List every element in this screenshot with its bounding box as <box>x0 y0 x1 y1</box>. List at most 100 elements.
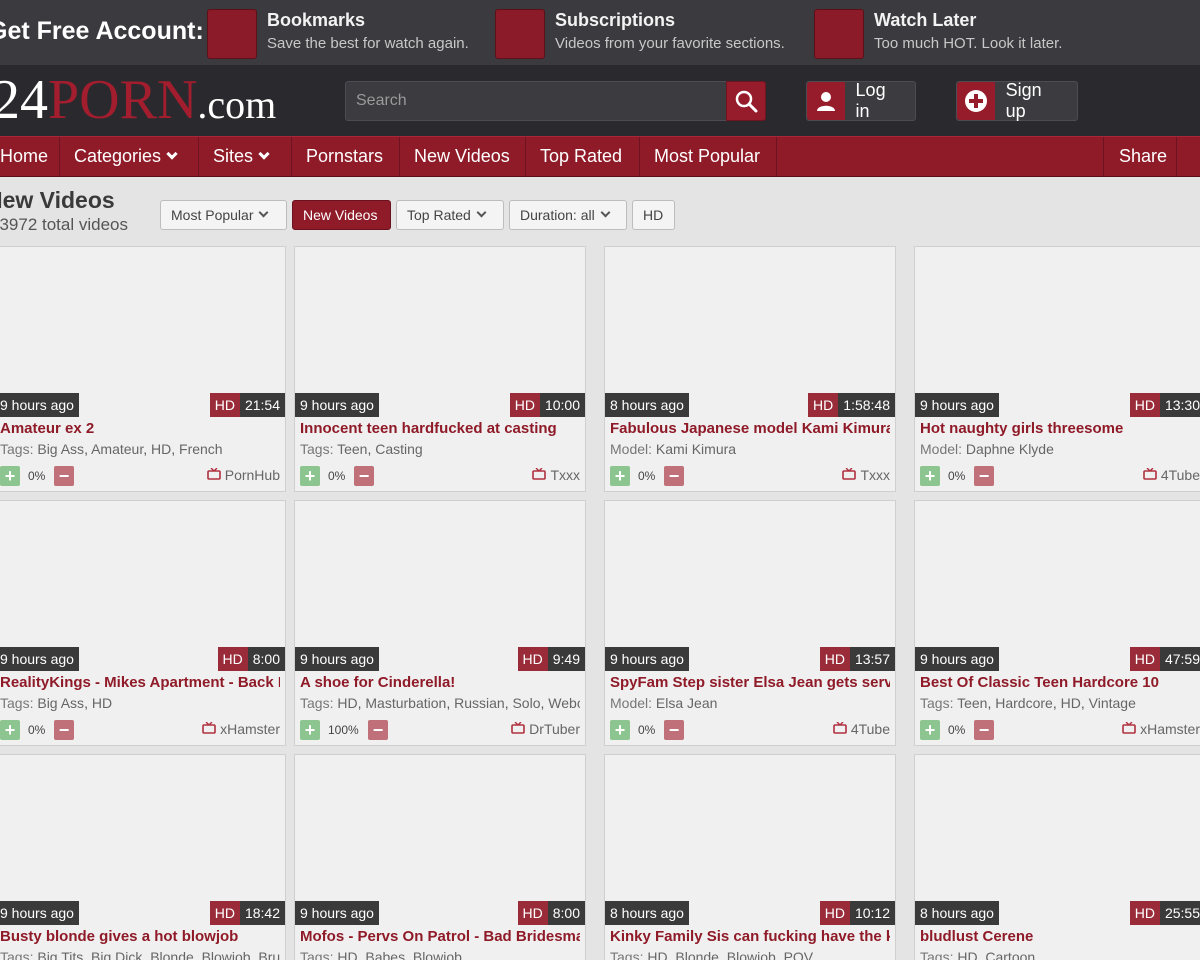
video-title[interactable]: Amateur ex 2 <box>0 420 280 437</box>
tag-link[interactable]: Big Dick <box>91 949 142 960</box>
video-thumbnail[interactable] <box>295 755 585 925</box>
tag-link[interactable]: Big Ass <box>37 441 84 457</box>
tag-link[interactable]: HD <box>1061 695 1081 711</box>
video-source[interactable]: Txxx <box>532 467 580 483</box>
vote-up-button[interactable]: + <box>300 466 320 486</box>
nav-top-rated[interactable]: Top Rated <box>525 137 640 176</box>
video-card[interactable]: 9 hours ago HD 47:59 Best Of Classic Teen H… <box>914 500 1200 746</box>
vote-up-button[interactable]: + <box>0 720 20 740</box>
nav-share[interactable]: Share <box>1103 137 1177 176</box>
tag-link[interactable]: Solo <box>512 695 540 711</box>
video-thumbnail[interactable] <box>0 247 285 417</box>
filter-hd[interactable]: HD <box>632 200 675 230</box>
video-thumbnail[interactable] <box>915 501 1200 671</box>
vote-down-button[interactable]: − <box>368 720 388 740</box>
tag-link[interactable]: Cartoon <box>985 949 1035 960</box>
video-thumbnail[interactable] <box>295 247 585 417</box>
video-card[interactable]: 9 hours ago HD 13:57 SpyFam Step sister Els… <box>604 500 896 746</box>
tag-link[interactable]: Blowjob <box>202 949 251 960</box>
signup-button[interactable]: Sign up <box>956 80 1078 121</box>
tag-link[interactable]: Blowjob <box>413 949 462 960</box>
search-button[interactable] <box>726 81 766 121</box>
video-card[interactable]: 9 hours ago HD 8:00 RealityKings - Mikes Ap… <box>0 500 286 746</box>
video-card[interactable]: 9 hours ago HD 18:42 Busty blonde gives a h… <box>0 754 286 960</box>
video-title[interactable]: bludlust Cerene <box>920 928 1200 945</box>
video-thumbnail[interactable] <box>915 755 1200 925</box>
video-source[interactable]: DrTuber <box>511 721 580 737</box>
tag-link[interactable]: HD <box>337 695 357 711</box>
vote-down-button[interactable]: − <box>54 466 74 486</box>
login-button[interactable]: Log in <box>806 80 916 121</box>
video-title[interactable]: Innocent teen hardfucked at casting <box>300 420 580 437</box>
video-card[interactable]: 9 hours ago HD 10:00 Innocent teen hardfuck… <box>294 246 586 492</box>
nav-most-popular[interactable]: Most Popular <box>639 137 777 176</box>
video-title[interactable]: A shoe for Cinderella! <box>300 674 580 691</box>
video-title[interactable]: Kinky Family Sis can fucking have the ke… <box>610 928 890 945</box>
vote-up-button[interactable]: + <box>920 720 940 740</box>
video-thumbnail[interactable] <box>295 501 585 671</box>
vote-up-button[interactable]: + <box>0 466 20 486</box>
tag-link[interactable]: Webcam <box>548 695 580 711</box>
tag-link[interactable]: Big Tits <box>37 949 83 960</box>
tag-link[interactable]: Teen <box>957 695 987 711</box>
tag-link[interactable]: HD <box>957 949 977 960</box>
vote-down-button[interactable]: − <box>974 466 994 486</box>
vote-down-button[interactable]: − <box>974 720 994 740</box>
video-card[interactable]: 9 hours ago HD 8:00 Mofos - Pervs On Patrol… <box>294 754 586 960</box>
video-source[interactable]: xHamster <box>202 721 280 737</box>
tag-link[interactable]: Kami Kimura <box>656 441 736 457</box>
vote-down-button[interactable]: − <box>54 720 74 740</box>
video-source[interactable]: 4Tube <box>1143 467 1200 483</box>
tag-link[interactable]: Brunette <box>258 949 280 960</box>
video-card[interactable]: 8 hours ago HD 1:58:48 Fabulous Japanese mo… <box>604 246 896 492</box>
video-title[interactable]: Busty blonde gives a hot blowjob <box>0 928 280 945</box>
vote-up-button[interactable]: + <box>920 466 940 486</box>
vote-up-button[interactable]: + <box>610 720 630 740</box>
video-thumbnail[interactable] <box>915 247 1200 417</box>
vote-up-button[interactable]: + <box>610 466 630 486</box>
video-source[interactable]: Txxx <box>842 467 890 483</box>
vote-up-button[interactable]: + <box>300 720 320 740</box>
video-card[interactable]: 9 hours ago HD 21:54 Amateur ex 2 Tags: Big … <box>0 246 286 492</box>
tag-link[interactable]: Blowjob <box>727 949 776 960</box>
vote-down-button[interactable]: − <box>664 720 684 740</box>
video-title[interactable]: SpyFam Step sister Elsa Jean gets servic <box>610 674 890 691</box>
filter-top-rated[interactable]: Top Rated <box>396 200 504 230</box>
tag-link[interactable]: Daphne Klyde <box>966 441 1054 457</box>
video-source[interactable]: PornHub <box>206 467 280 483</box>
tag-link[interactable]: Teen <box>337 441 367 457</box>
filter-duration[interactable]: Duration: all <box>509 200 627 230</box>
vote-down-button[interactable]: − <box>664 466 684 486</box>
video-title[interactable]: RealityKings - Mikes Apartment - Back Fo <box>0 674 280 691</box>
tag-link[interactable]: Elsa Jean <box>656 695 717 711</box>
nav-sites[interactable]: Sites <box>198 137 292 176</box>
filter-most-popular[interactable]: Most Popular <box>160 200 287 230</box>
tag-link[interactable]: Casting <box>375 441 422 457</box>
tag-link[interactable]: HD <box>92 695 112 711</box>
tag-link[interactable]: HD <box>647 949 667 960</box>
tag-link[interactable]: Big Ass <box>37 695 84 711</box>
filter-new-videos[interactable]: New Videos <box>292 200 391 230</box>
nav-home[interactable]: Home <box>0 137 60 176</box>
tag-link[interactable]: Hardcore <box>995 695 1053 711</box>
video-card[interactable]: 8 hours ago HD 25:55 bludlust Cerene Tags: H… <box>914 754 1200 960</box>
tag-link[interactable]: Blonde <box>150 949 194 960</box>
tag-link[interactable]: Blonde <box>675 949 719 960</box>
video-card[interactable]: 9 hours ago HD 9:49 A shoe for Cinderella! T… <box>294 500 586 746</box>
video-card[interactable]: 9 hours ago HD 13:30 Hot naughty girls thre… <box>914 246 1200 492</box>
tag-link[interactable]: HD <box>337 949 357 960</box>
video-title[interactable]: Hot naughty girls threesome <box>920 420 1200 437</box>
tag-link[interactable]: Masturbation <box>365 695 446 711</box>
tag-link[interactable]: Amateur <box>91 441 143 457</box>
video-thumbnail[interactable] <box>0 501 285 671</box>
video-source[interactable]: 4Tube <box>833 721 890 737</box>
video-thumbnail[interactable] <box>605 247 895 417</box>
tag-link[interactable]: French <box>179 441 223 457</box>
nav-pornstars[interactable]: Pornstars <box>291 137 400 176</box>
video-source[interactable]: xHamster <box>1122 721 1200 737</box>
video-title[interactable]: Best Of Classic Teen Hardcore 10 <box>920 674 1200 691</box>
video-card[interactable]: 8 hours ago HD 10:12 Kinky Family Sis can f… <box>604 754 896 960</box>
nav-new-videos[interactable]: New Videos <box>399 137 526 176</box>
search-input[interactable] <box>345 81 727 121</box>
tag-link[interactable]: POV <box>784 949 814 960</box>
